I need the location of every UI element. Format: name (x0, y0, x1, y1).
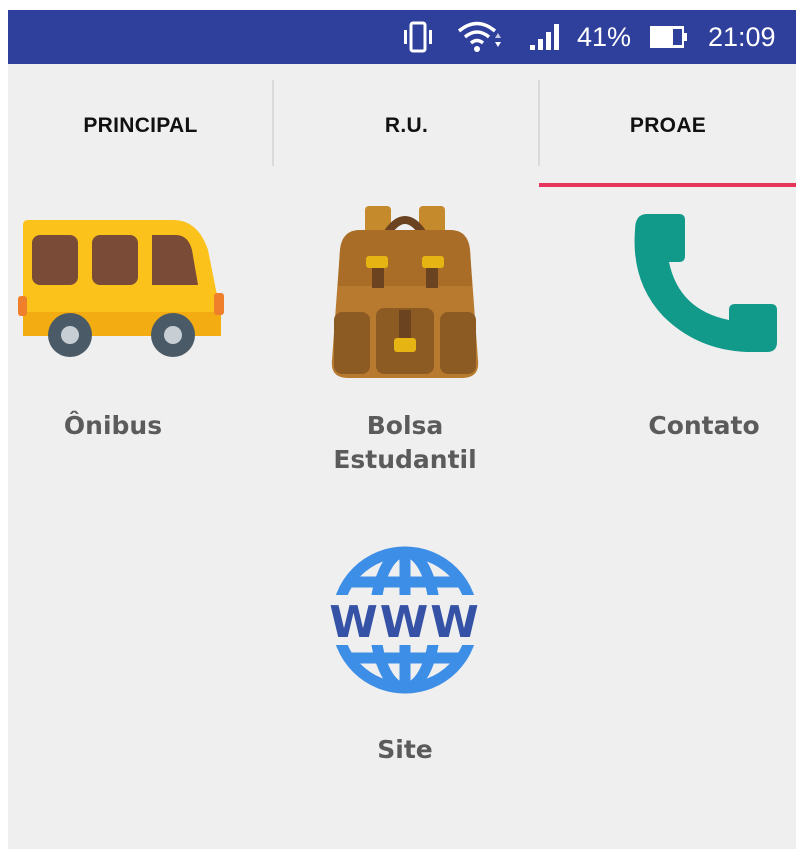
app-screen: 41% 21:09 PRINCIPAL R.U. PROAE Ônibus Bo… (8, 10, 796, 849)
globe-www-icon: WWW (325, 540, 485, 705)
tab-bar: PRINCIPAL R.U. PROAE (8, 64, 796, 188)
tab-proae[interactable]: PROAE (540, 64, 796, 188)
tile-bolsa-label-line-1: Bolsa (366, 411, 444, 440)
vibrate-icon (403, 10, 433, 64)
tile-contato[interactable]: Contato (589, 200, 796, 443)
signal-icon (528, 10, 564, 64)
tab-ru[interactable]: R.U. (274, 64, 539, 188)
tile-onibus-label: Ônibus (63, 411, 163, 440)
tab-principal[interactable]: PRINCIPAL (8, 64, 273, 188)
battery-percent: 41% (577, 22, 632, 52)
backpack-icon (320, 200, 490, 395)
status-bar: 41% 21:09 (8, 10, 796, 64)
phone-icon (619, 200, 789, 375)
tile-bolsa-label: Bolsa Estudantil (290, 409, 520, 477)
bus-icon (8, 200, 228, 375)
tile-bolsa-label-line-2: Estudantil (333, 445, 477, 474)
tile-onibus[interactable]: Ônibus (8, 200, 238, 443)
tile-bolsa-estudantil[interactable]: Bolsa Estudantil (290, 200, 520, 477)
selected-tab-indicator (539, 183, 796, 187)
tile-contato-label: Contato (648, 411, 760, 440)
clock: 21:09 (708, 22, 776, 52)
tile-site[interactable]: WWW Site (290, 540, 520, 767)
svg-text:WWW: WWW (329, 597, 481, 648)
tile-site-label: Site (377, 735, 433, 764)
wifi-icon (457, 10, 501, 64)
battery-icon (649, 10, 691, 64)
